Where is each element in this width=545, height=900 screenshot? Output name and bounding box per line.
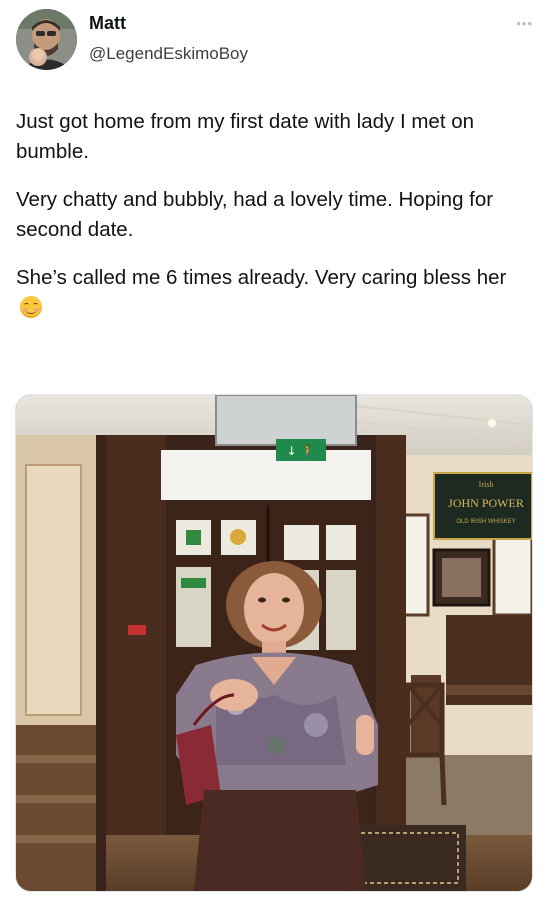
svg-text:↓ 🚶: ↓ 🚶 (287, 444, 316, 458)
tweet-photo[interactable]: Irish JOHN POWER OLD IRISH WHISKEY ↓ 🚶 (15, 394, 533, 892)
sign-top-text: Irish (479, 480, 494, 489)
author-handle[interactable]: @LegendEskimoBoy (89, 44, 248, 64)
smiling-face-emoji-icon (20, 296, 42, 318)
tweet-paragraph: Just got home from my first date with la… (16, 110, 475, 163)
tweet-paragraph: Very chatty and bubbly, had a lovely tim… (16, 188, 494, 241)
avatar[interactable] (16, 9, 77, 70)
sign-text: JOHN POWER (448, 496, 524, 510)
photo-image: Irish JOHN POWER OLD IRISH WHISKEY ↓ 🚶 (16, 395, 532, 891)
more-dots-icon[interactable]: ••• (516, 16, 533, 31)
author-name[interactable]: Matt (89, 13, 126, 34)
sign-subtext: OLD IRISH WHISKEY (456, 519, 515, 525)
tweet-paragraph-text: She’s called me 6 times already. Very ca… (16, 266, 507, 289)
avatar-image (16, 9, 77, 70)
tweet-text: Just got home from my first date with la… (16, 107, 530, 341)
tweet-paragraph: She’s called me 6 times already. Very ca… (16, 263, 530, 323)
